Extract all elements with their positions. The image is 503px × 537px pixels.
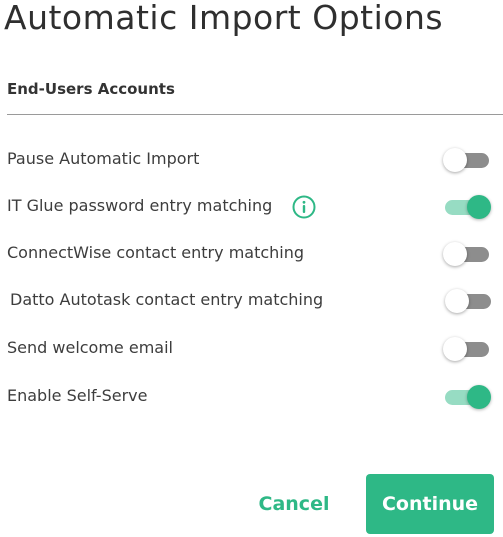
option-datto-autotask-contact-matching: Datto Autotask contact entry matching <box>0 281 503 321</box>
option-send-welcome-email: Send welcome email <box>0 329 503 369</box>
option-enable-self-serve: Enable Self-Serve <box>0 377 503 417</box>
info-icon[interactable] <box>292 195 316 219</box>
option-label: Enable Self-Serve <box>7 386 148 405</box>
it-glue-password-matching-toggle[interactable] <box>443 195 491 219</box>
continue-button[interactable]: Continue <box>366 474 494 534</box>
toggle-knob <box>443 148 467 172</box>
option-label: Pause Automatic Import <box>7 149 200 168</box>
toggle-knob <box>467 195 491 219</box>
toggle-knob <box>443 242 467 266</box>
section-divider <box>7 114 503 115</box>
toggle-knob <box>467 385 491 409</box>
toggle-knob <box>443 337 467 361</box>
option-label: IT Glue password entry matching <box>7 196 273 215</box>
cancel-button[interactable]: Cancel <box>244 474 344 534</box>
automatic-import-options-dialog: Automatic Import Options End-Users Accou… <box>0 0 503 537</box>
option-pause-automatic-import: Pause Automatic Import <box>0 140 503 180</box>
option-label: Datto Autotask contact entry matching <box>10 290 324 309</box>
datto-autotask-contact-matching-toggle[interactable] <box>445 289 493 313</box>
option-label: ConnectWise contact entry matching <box>7 243 305 262</box>
option-it-glue-password-matching: IT Glue password entry matching <box>0 187 503 227</box>
enable-self-serve-toggle[interactable] <box>443 385 491 409</box>
option-connectwise-contact-matching: ConnectWise contact entry matching <box>0 234 503 274</box>
option-label: Send welcome email <box>7 338 173 357</box>
pause-automatic-import-toggle[interactable] <box>443 148 491 172</box>
send-welcome-email-toggle[interactable] <box>443 337 491 361</box>
toggle-knob <box>445 289 469 313</box>
section-heading: End-Users Accounts <box>7 80 175 98</box>
connectwise-contact-matching-toggle[interactable] <box>443 242 491 266</box>
page-title: Automatic Import Options <box>4 0 444 37</box>
